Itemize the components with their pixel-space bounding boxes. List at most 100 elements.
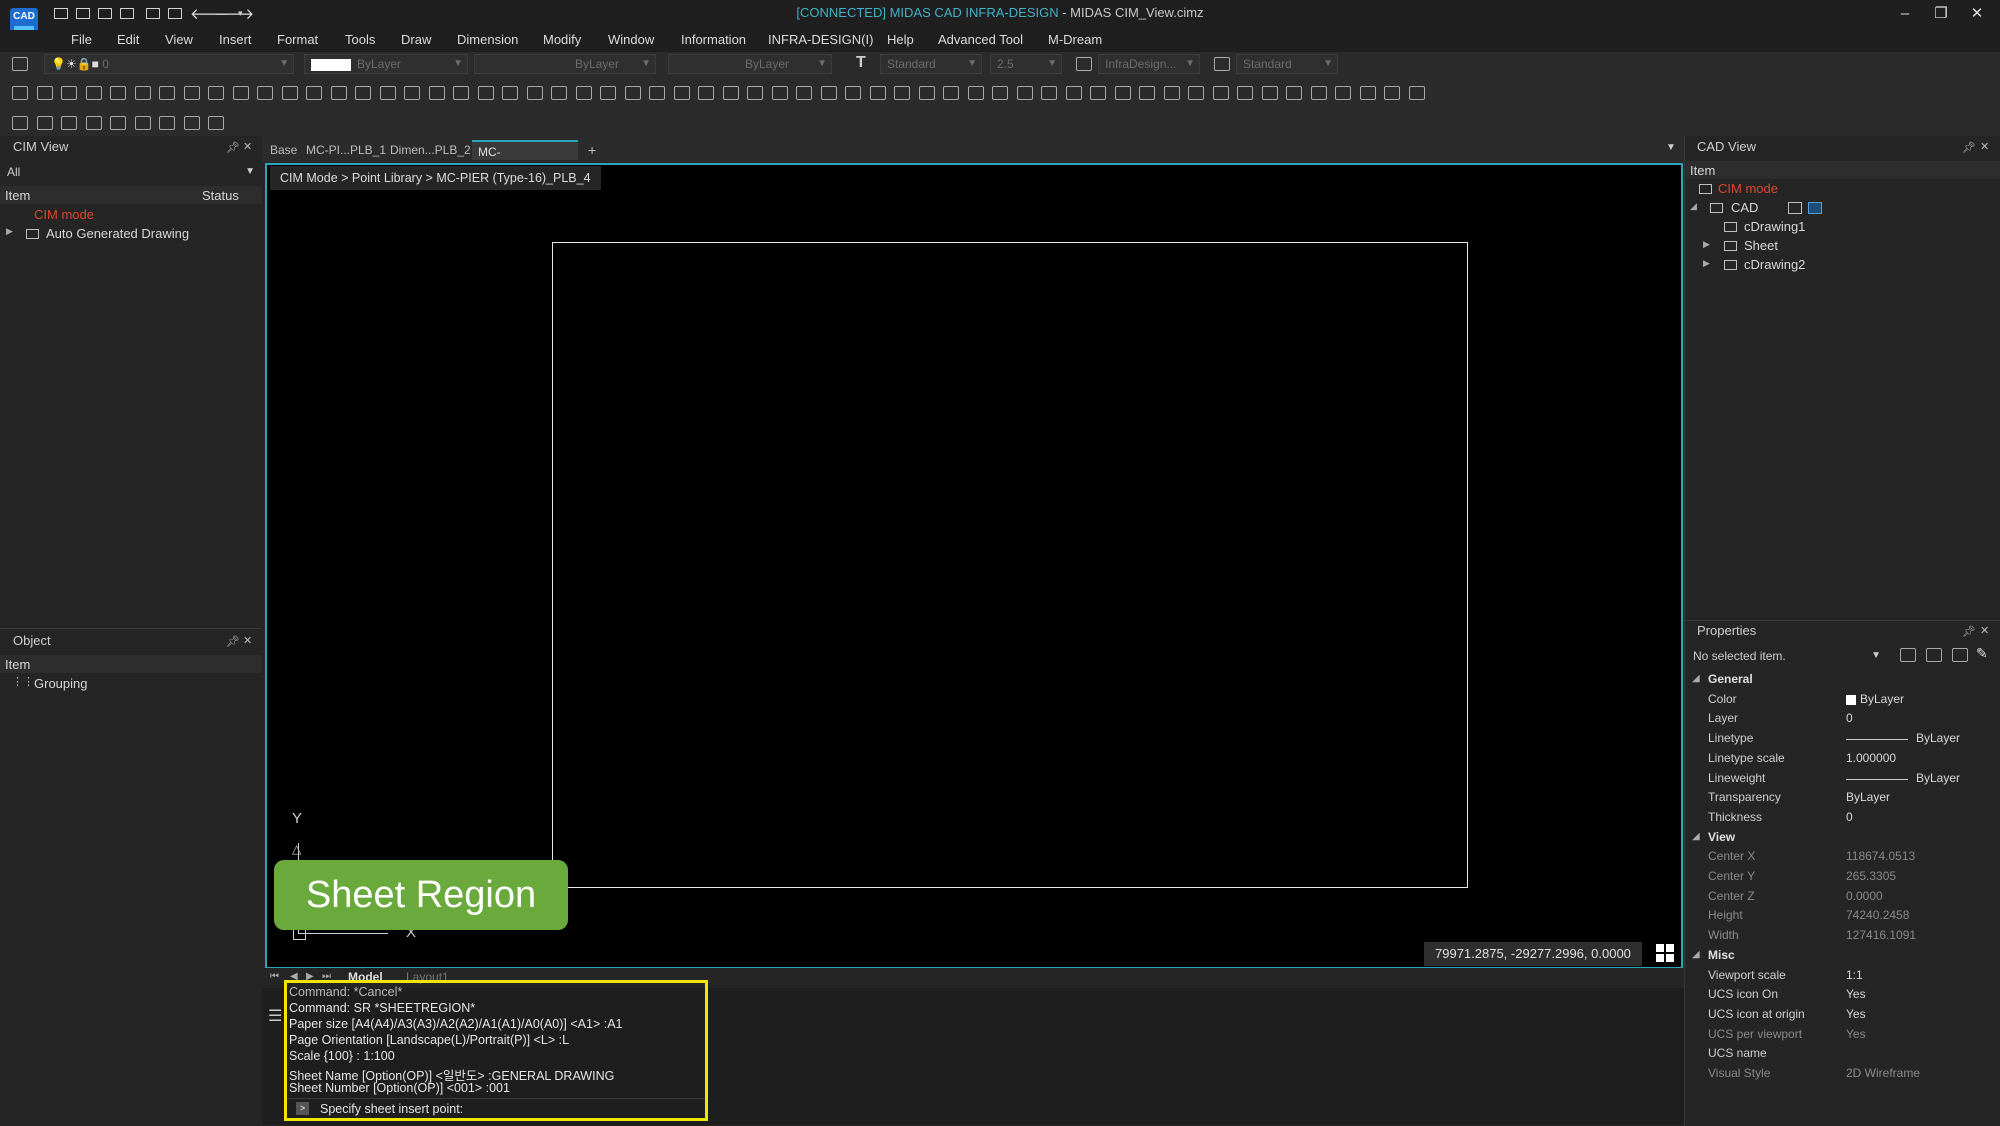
tab-plb-1[interactable]: MC-PI...PLB_1 [300,140,392,160]
draw-tool-icon[interactable] [257,86,273,100]
modify-tool-icon[interactable] [134,116,151,130]
modify-tool-icon[interactable] [36,116,53,130]
modify-tool-icon[interactable] [208,116,224,130]
draw-tool-icon[interactable] [1335,86,1351,100]
tab-base[interactable]: Base [264,140,303,160]
expand-arrow-icon[interactable]: ▶ [1703,239,1710,250]
property-value[interactable]: 118674.0513 [1846,849,1915,863]
draw-tool-icon[interactable] [771,86,788,100]
collapse-arrow-icon[interactable]: ◢ [1690,201,1697,212]
property-value[interactable]: 127416.1091 [1846,928,1916,942]
cad-view-active-icon[interactable] [1808,202,1822,214]
draw-tool-icon[interactable] [183,86,200,100]
property-value[interactable]: 74240.2458 [1846,908,1909,922]
menu-dimension[interactable]: Dimension [457,32,518,47]
pin-icon[interactable]: 📌︎ [1962,141,1976,154]
dim-style-icon[interactable] [1076,57,1092,71]
menu-draw[interactable]: Draw [401,32,431,47]
column-item[interactable]: Item [1690,163,1715,178]
draw-tool-icon[interactable] [85,86,102,100]
expand-arrow-icon[interactable]: ▶ [1703,258,1710,269]
collapse-section-icon[interactable]: ◢ [1692,831,1700,842]
dim-style-combo[interactable]: InfraDesign... ▼ [1098,54,1200,74]
cad-tree-cdrawing1[interactable]: cDrawing1 [1744,219,1805,234]
cad-tree-cim-mode[interactable]: CIM mode [1718,181,1778,196]
draw-tool-icon[interactable] [281,86,298,100]
draw-tool-icon[interactable] [1114,86,1131,100]
tree-item-grouping[interactable]: Grouping [34,676,87,691]
draw-tool-icon[interactable] [159,86,175,100]
tree-item-cim-mode[interactable]: CIM mode [34,207,94,222]
draw-tool-icon[interactable] [1261,86,1278,100]
property-value[interactable]: 2D Wireframe [1846,1066,1920,1080]
property-value[interactable]: Yes [1846,1007,1866,1021]
cad-tree-sheet[interactable]: Sheet [1744,238,1778,253]
menu-help[interactable]: Help [887,32,914,47]
lineweight-combo[interactable]: ByLayer ▼ [668,54,832,74]
draw-tool-icon[interactable] [232,86,249,100]
draw-tool-icon[interactable] [575,86,592,100]
draw-tool-icon[interactable] [330,86,347,100]
draw-tool-icon[interactable] [355,86,371,100]
draw-tool-icon[interactable] [208,86,224,100]
cim-filter-select[interactable]: All ▼ [0,162,260,182]
draw-tool-icon[interactable] [1384,86,1400,100]
menu-edit[interactable]: Edit [117,32,139,47]
menu-modify[interactable]: Modify [543,32,581,47]
properties-options-icon[interactable]: ✎ [1976,645,1988,662]
layer-manager-icon[interactable] [12,57,28,71]
property-value[interactable]: ByLayer [1846,790,1890,804]
draw-tool-icon[interactable] [1237,86,1253,100]
draw-tool-icon[interactable] [502,86,518,100]
property-section-misc[interactable]: Misc [1708,948,1735,962]
draw-tool-icon[interactable] [698,86,714,100]
draw-tool-icon[interactable] [1016,86,1033,100]
minimize-button[interactable]: – [1888,3,1922,25]
color-combo[interactable]: ByLayer ▼ [304,54,468,74]
close-icon[interactable]: ✕ [1980,624,1989,637]
draw-tool-icon[interactable] [869,86,886,100]
menu-window[interactable]: Window [608,32,654,47]
draw-tool-icon[interactable] [747,86,763,100]
draw-tool-icon[interactable] [551,86,567,100]
menu-insert[interactable]: Insert [219,32,252,47]
first-layout-icon[interactable]: ⏮ [270,971,279,982]
property-value[interactable]: ByLayer [1916,771,1960,785]
add-tab-button[interactable]: + [582,140,602,160]
close-icon[interactable]: ✕ [243,634,252,647]
pin-icon[interactable]: 📌︎ [226,635,240,648]
cad-view-toggle-icon[interactable] [1788,202,1802,214]
property-value[interactable]: 1.000000 [1846,751,1896,765]
property-value[interactable]: ByLayer [1916,731,1960,745]
draw-tool-icon[interactable] [61,86,77,100]
draw-tool-icon[interactable] [453,86,469,100]
draw-tool-icon[interactable] [1041,86,1057,100]
collapse-section-icon[interactable]: ◢ [1692,673,1700,684]
tree-item-auto-generated-drawing[interactable]: Auto Generated Drawing [46,226,189,241]
draw-tool-icon[interactable] [526,86,543,100]
draw-tool-icon[interactable] [1065,86,1082,100]
close-button[interactable]: ✕ [1960,3,1994,25]
draw-tool-icon[interactable] [967,86,984,100]
text-height-combo[interactable]: 2.5 ▼ [990,54,1062,74]
modify-tool-icon[interactable] [85,116,102,130]
linetype-combo[interactable]: ByLayer ▼ [474,54,656,74]
close-icon[interactable]: ✕ [1980,140,1989,153]
draw-tool-icon[interactable] [649,86,665,100]
tab-plb-2[interactable]: Dimen...PLB_2 [384,140,477,160]
menu-file[interactable]: File [71,32,92,47]
pin-icon[interactable]: 📌︎ [226,141,240,154]
draw-tool-icon[interactable] [1139,86,1155,100]
draw-tool-icon[interactable] [1163,86,1180,100]
table-style-icon[interactable] [1214,57,1230,71]
draw-tool-icon[interactable] [379,86,396,100]
modify-tool-icon[interactable] [61,116,77,130]
command-menu-icon[interactable]: ☰ [268,1006,282,1026]
draw-tool-icon[interactable] [404,86,420,100]
draw-tool-icon[interactable] [1408,86,1425,100]
menu-infra-design[interactable]: INFRA-DESIGN(I) [768,32,873,47]
property-value[interactable]: 265.3305 [1846,869,1896,883]
sheet-region-frame[interactable] [552,242,1468,888]
draw-tool-icon[interactable] [36,86,53,100]
toggle-pickadd-icon[interactable] [1926,648,1942,662]
